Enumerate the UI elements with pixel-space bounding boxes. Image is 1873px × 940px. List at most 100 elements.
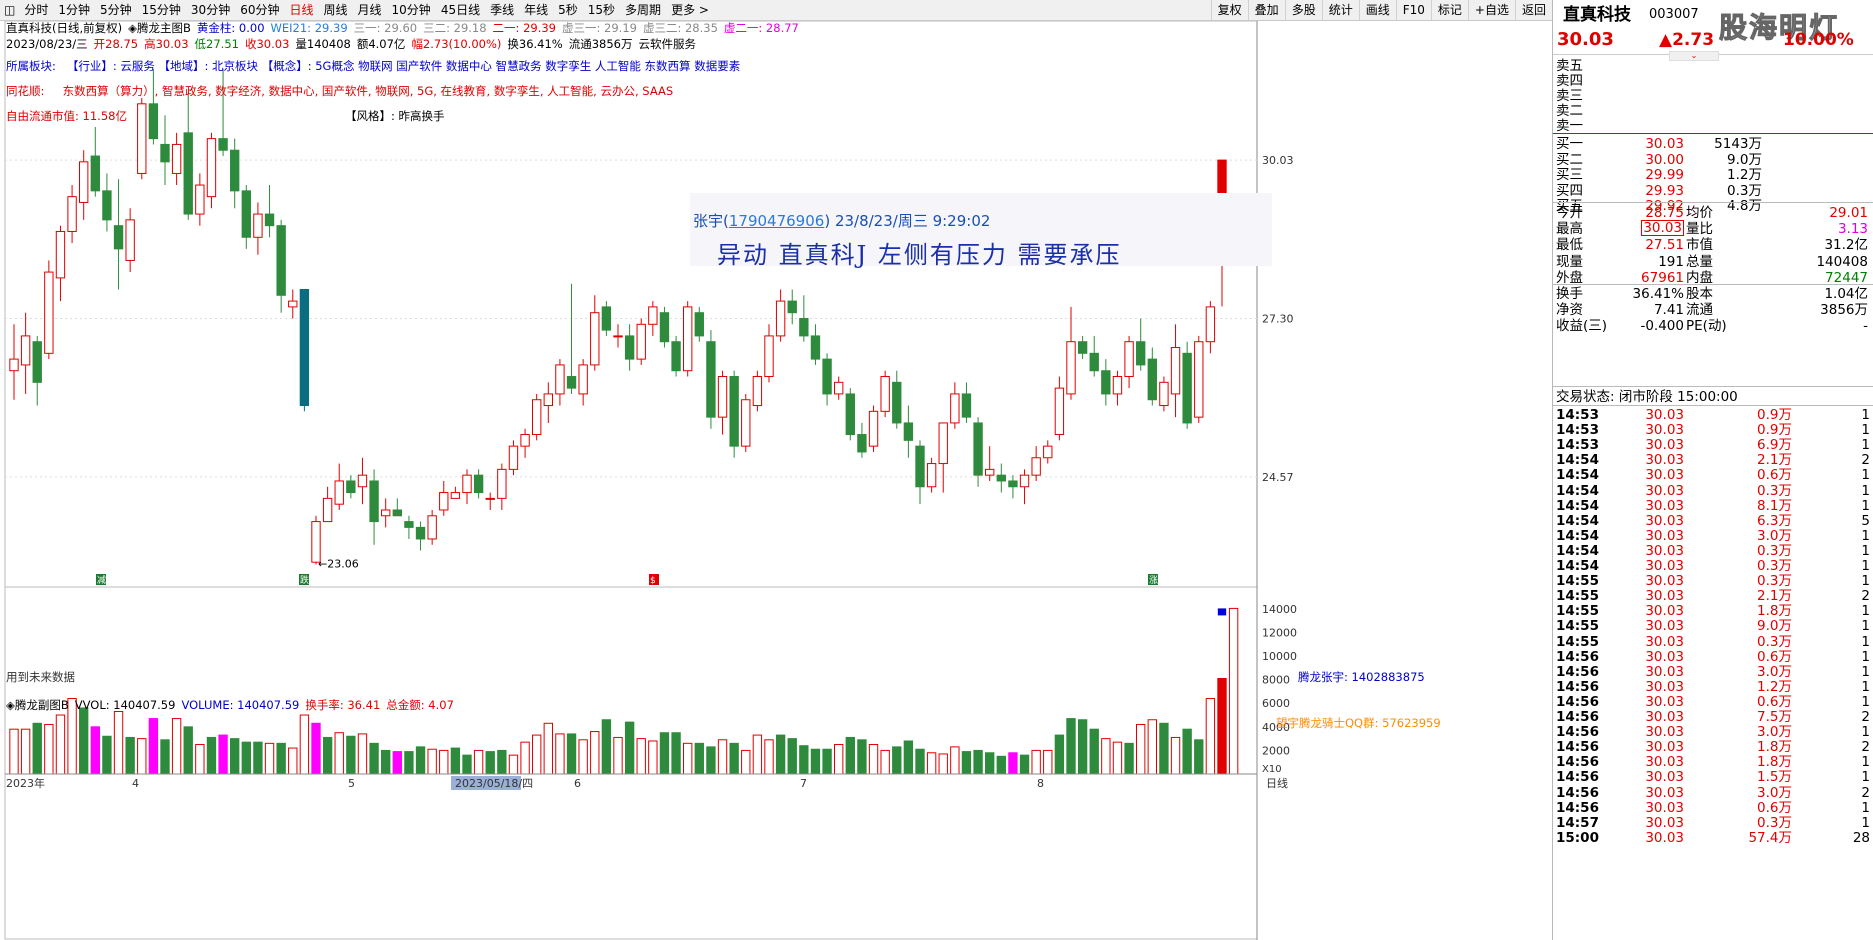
period-tab[interactable]: 年线 — [519, 0, 553, 21]
volume-cap — [1217, 608, 1227, 616]
toolbar-button[interactable]: 多股 — [1284, 0, 1322, 21]
candle-body — [1077, 341, 1088, 354]
tick-price: 30.03 — [1645, 482, 1684, 499]
tick-time: 14:56 — [1556, 709, 1599, 725]
volume-bar — [102, 735, 112, 775]
tick-volume: 0.6万 — [1757, 467, 1792, 484]
tick-count: 2 — [1861, 784, 1870, 801]
period-tab[interactable]: 15秒 — [583, 0, 620, 21]
volume-bar — [206, 736, 217, 775]
candle-body — [1124, 341, 1134, 378]
legend-item: 高30.03 — [144, 37, 189, 51]
volume-bar — [369, 742, 379, 775]
sub-legend: ◈腾龙副图B VVOL: 140407.59 VOLUME: 140407.59 换手… — [6, 698, 460, 712]
tick-row: 14:55 30.03 0.3万 1 — [1553, 574, 1873, 589]
tick-price: 30.03 — [1645, 603, 1684, 620]
tick-time: 14:54 — [1556, 452, 1599, 469]
toolbar-button[interactable]: 叠加 — [1247, 0, 1285, 21]
period-tab[interactable]: 15分钟 — [137, 0, 186, 21]
annotation-message: 异动 直真科J 左侧有压力 需要承压 — [717, 241, 1122, 269]
period-tab[interactable]: 季线 — [485, 0, 519, 21]
volume-bar — [357, 733, 368, 775]
tick-time: 14:54 — [1556, 527, 1599, 544]
candle-body — [1205, 306, 1216, 343]
period-tab[interactable]: 日线 — [284, 0, 318, 21]
candle-body — [578, 364, 588, 395]
tick-count: 1 — [1861, 407, 1870, 423]
toolbar-square-icon[interactable]: ◫ — [0, 0, 19, 21]
period-tab[interactable]: 5秒 — [553, 0, 583, 21]
legend-item: 三二: 29.18 — [423, 21, 487, 35]
volume-bar — [578, 739, 588, 775]
candle-body — [357, 474, 368, 488]
volume-bar — [973, 749, 983, 775]
volume-bar — [241, 741, 251, 775]
period-tab[interactable]: 分时 — [19, 0, 53, 21]
toolbar-button[interactable]: 统计 — [1321, 0, 1359, 21]
toolbar-button[interactable]: 返回 — [1514, 0, 1552, 21]
tick-volume: 1.2万 — [1757, 678, 1792, 695]
period-tab[interactable]: 30分钟 — [186, 0, 235, 21]
volume-bar — [1089, 728, 1099, 775]
period-tab[interactable]: 更多 > — [666, 0, 714, 21]
volume-bar — [171, 718, 182, 775]
candle-body — [985, 468, 995, 476]
legend-item: 黄金柱: 0.00 — [196, 21, 265, 35]
tick-price: 30.03 — [1645, 422, 1684, 439]
period-tab[interactable]: 月线 — [353, 0, 387, 21]
period-tab[interactable]: 5分钟 — [95, 0, 137, 21]
kline-chart[interactable]: 30.03 27.30 24.57 ←23.06 减 跌 $ 涨 14000 12000 10000… — [0, 21, 1552, 940]
tick-price: 30.03 — [1645, 693, 1684, 710]
tick-price: 30.03 — [1645, 739, 1684, 756]
price-tick: 27.30 — [1262, 313, 1294, 326]
volume-bar — [1194, 739, 1204, 775]
tick-row: 14:56 30.03 0.6万 1 — [1553, 799, 1873, 816]
tick-volume: 0.3万 — [1757, 814, 1792, 831]
volume-bar — [90, 726, 100, 775]
volume-bar — [729, 742, 739, 775]
tick-row: 14:54 30.03 3.0万 1 — [1553, 527, 1873, 544]
volume-bar — [985, 752, 995, 775]
period-tab[interactable]: 60分钟 — [235, 0, 284, 21]
legend-item: 虚二一: 28.77 — [723, 21, 799, 35]
toolbar-button[interactable]: 标记 — [1430, 0, 1468, 21]
candle-body — [230, 149, 240, 192]
toolbar-button[interactable]: F10 — [1395, 0, 1431, 21]
legend-item: 二一: 29.39 — [492, 21, 556, 35]
legend-item: 流通3856万 — [568, 37, 633, 51]
candle-body — [752, 376, 763, 407]
toolbar-button[interactable]: 复权 — [1210, 0, 1248, 21]
candle-body — [1089, 352, 1099, 372]
volume-bar — [532, 734, 542, 775]
tick-count: 1 — [1861, 558, 1870, 574]
tick-row: 14:56 30.03 7.5万 2 — [1553, 710, 1873, 725]
volume-bar — [857, 739, 867, 775]
tick-price: 30.03 — [1645, 799, 1684, 816]
volume-bar — [671, 732, 681, 775]
legend-item: 云软件服务 — [638, 37, 697, 51]
sector-label: 所属板块: — [6, 59, 56, 73]
tick-row: 14:56 30.03 1.2万 1 — [1553, 678, 1873, 695]
period-tab[interactable]: 1分钟 — [53, 0, 95, 21]
tick-volume: 2.1万 — [1757, 588, 1792, 605]
legend-item: 2023/08/23/三 — [6, 37, 88, 51]
tick-row: 14:56 30.03 1.8万 2 — [1553, 740, 1873, 755]
candle-body — [439, 492, 449, 511]
tick-count: 2 — [1861, 588, 1870, 605]
candle-body — [79, 161, 89, 203]
tick-count: 1 — [1861, 467, 1870, 484]
chart-quote-line: 2023/08/23/三 开28.75 高30.03 低27.51 收30.03 量140… — [6, 37, 702, 51]
volume-tick: 12000 — [1262, 626, 1297, 639]
period-tab[interactable]: 10分钟 — [387, 0, 436, 21]
period-tab[interactable]: 周线 — [319, 0, 353, 21]
volume-bar — [473, 749, 484, 775]
candle-body — [520, 434, 530, 447]
volume-bar — [334, 732, 344, 775]
annotation-qq-link[interactable]: 1790476906 — [729, 212, 824, 230]
stat-label: 收益(三) — [1556, 318, 1608, 335]
toolbar-button[interactable]: +自选 — [1467, 0, 1515, 21]
volume-bar — [55, 714, 66, 775]
period-tab[interactable]: 多周期 — [620, 0, 666, 21]
period-tab[interactable]: 45日线 — [436, 0, 485, 21]
toolbar-button[interactable]: 画线 — [1358, 0, 1396, 21]
